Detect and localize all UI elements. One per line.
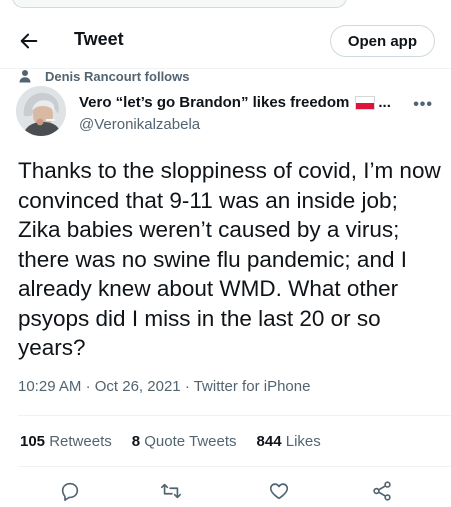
search-bar-remnant (12, 0, 347, 8)
divider (18, 466, 451, 467)
likes-count: 844 (256, 433, 282, 450)
arrow-left-icon (20, 33, 38, 49)
quote-tweets-stat[interactable]: 8 Quote Tweets (132, 433, 237, 450)
avatar[interactable] (16, 86, 66, 136)
tweet-header: Tweet Open app (0, 14, 451, 69)
share-icon (373, 481, 391, 501)
person-icon (19, 70, 31, 83)
likes-stat[interactable]: 844 Likes (257, 433, 321, 450)
social-context-label: Denis Rancourt follows (45, 68, 190, 84)
tweet-time[interactable]: 10:29 AM (18, 378, 81, 395)
author-handle[interactable]: @Veronikalzabela (79, 116, 200, 133)
name-truncation: ... (378, 94, 391, 111)
social-context[interactable]: Denis Rancourt follows (18, 68, 189, 84)
retweet-icon (161, 483, 181, 499)
retweets-label: Retweets (49, 433, 112, 450)
author-name[interactable]: Vero “let’s go Brandon” likes freedom ..… (79, 94, 391, 111)
more-button[interactable]: ••• (413, 96, 433, 114)
retweets-count: 105 (20, 433, 46, 450)
action-bar (0, 480, 451, 504)
page-title: Tweet (74, 29, 124, 49)
tweet-meta: 10:29 AM · Oct 26, 2021 · Twitter for iP… (18, 378, 310, 395)
quotes-count: 8 (131, 433, 141, 450)
likes-label: Likes (285, 433, 321, 450)
like-button[interactable] (268, 480, 290, 502)
author-name-text: Vero “let’s go Brandon” likes freedom (79, 94, 350, 111)
quotes-label: Quote Tweets (144, 433, 237, 450)
divider (18, 415, 451, 416)
reply-icon (61, 482, 79, 501)
retweet-button[interactable] (160, 480, 182, 502)
avatar-image (16, 86, 66, 136)
heart-icon (269, 483, 289, 500)
back-button[interactable] (14, 26, 44, 56)
tweet-source[interactable]: Twitter for iPhone (194, 378, 311, 395)
retweets-stat[interactable]: 105 Retweets (20, 433, 112, 450)
meta-separator: · (184, 378, 194, 395)
tweet-text: Thanks to the sloppiness of covid, I’m n… (18, 158, 441, 360)
share-button[interactable] (371, 480, 393, 502)
reply-button[interactable] (59, 480, 81, 502)
meta-separator: · (85, 378, 95, 395)
tweet-date[interactable]: Oct 26, 2021 (95, 378, 181, 395)
poland-flag-icon (355, 95, 376, 110)
more-icon: ••• (413, 96, 433, 113)
open-app-button[interactable]: Open app (329, 25, 435, 57)
tweet-stats: 105 Retweets 8 Quote Tweets 844 Likes (20, 433, 321, 450)
